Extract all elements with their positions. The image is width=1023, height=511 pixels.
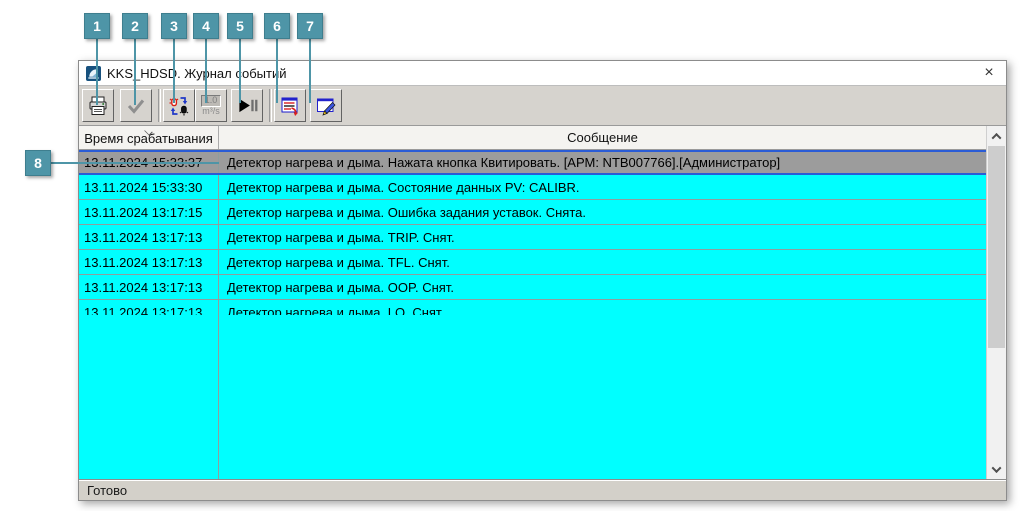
column-header-time[interactable]: Время срабатывания [79, 126, 219, 149]
callout-badge-2: 2 [122, 13, 148, 39]
callout-leader-line [205, 39, 207, 103]
event-message: Детектор нагрева и дыма. Нажата кнопка К… [227, 155, 781, 170]
callout-leader-line [239, 39, 241, 103]
alarm-toggle-button[interactable] [163, 89, 195, 122]
close-icon[interactable]: × [979, 63, 999, 83]
chevron-down-icon [991, 462, 1002, 473]
callout-badge-6: 6 [264, 13, 290, 39]
event-list-export-icon [279, 95, 301, 117]
event-message: Детектор нагрева и дыма. TFL. Снят. [227, 254, 450, 270]
print-icon [87, 95, 109, 117]
status-text: Готово [87, 482, 128, 498]
acknowledge-check-icon [125, 95, 147, 117]
sort-chevron-down-icon [144, 128, 152, 136]
flow-units-button[interactable]: 1.0 m³/s [195, 89, 227, 122]
toolbar-separator [269, 89, 272, 122]
chevron-up-icon [991, 132, 1002, 143]
toolbar-separator [158, 89, 161, 122]
event-list-export-button[interactable] [274, 89, 306, 122]
callout-leader-line [51, 162, 219, 164]
column-header-message[interactable]: Сообщение [219, 126, 986, 149]
play-pause-button[interactable] [231, 89, 263, 122]
flow-value: 1.0 [200, 95, 222, 107]
edit-note-button[interactable] [310, 89, 342, 122]
table-row[interactable]: 13.11.2024 13:17:13 Детектор нагрева и д… [79, 275, 986, 300]
flow-units-label: m³/s [202, 105, 220, 116]
flow-units-icon: 1.0 m³/s [200, 95, 222, 116]
callout-leader-line [173, 39, 175, 103]
event-table-body: 13.11.2024 15:33:37 Детектор нагрева и д… [79, 150, 986, 475]
event-time: 13.11.2024 13:17:13 [79, 250, 219, 274]
callout-badge-5: 5 [227, 13, 253, 39]
scroll-down-button[interactable] [987, 460, 1006, 478]
print-button[interactable] [82, 89, 114, 122]
table-row[interactable]: 13.11.2024 15:33:30 Детектор нагрева и д… [79, 175, 986, 200]
event-time: 13.11.2024 15:33:30 [79, 175, 219, 199]
event-message: Детектор нагрева и дыма. Ошибка задания … [227, 204, 586, 220]
partial-row [79, 314, 986, 479]
callout-badge-4: 4 [193, 13, 219, 39]
callout-leader-line [96, 39, 98, 105]
table-header: Время срабатывания Сообщение [79, 126, 986, 150]
callout-leader-line [276, 39, 278, 103]
title-bar[interactable]: KKS_HDSD. Журнал событий × [79, 61, 1006, 86]
toolbar: 1.0 m³/s [79, 86, 1006, 126]
callout-leader-line [134, 39, 136, 105]
table-row[interactable]: 13.11.2024 13:17:13 Детектор нагрева и д… [79, 250, 986, 275]
event-time: 13.11.2024 13:17:13 [79, 225, 219, 249]
event-message: Детектор нагрева и дыма. OOP. Снят. [227, 279, 454, 295]
scroll-up-button[interactable] [987, 127, 1006, 145]
callout-leader-line [309, 39, 311, 103]
table-row[interactable]: 13.11.2024 13:17:15 Детектор нагрева и д… [79, 200, 986, 225]
partial-row-time-cell [79, 314, 219, 479]
edit-note-icon [315, 95, 337, 117]
event-time: 13.11.2024 13:17:15 [79, 200, 219, 224]
vertical-scrollbar[interactable] [986, 126, 1006, 479]
callout-badge-8: 8 [25, 150, 51, 176]
table-row[interactable]: 13.11.2024 13:17:13 Детектор нагрева и д… [79, 225, 986, 250]
column-header-message-label: Сообщение [567, 130, 638, 145]
status-bar: Готово [79, 479, 1006, 500]
event-grid: Время срабатывания Сообщение 13.11.2024 … [79, 126, 986, 479]
app-logo-icon [86, 65, 101, 81]
callout-badge-1: 1 [84, 13, 110, 39]
event-table: Время срабатывания Сообщение 13.11.2024 … [79, 126, 1006, 479]
event-message: Детектор нагрева и дыма. TRIP. Снят. [227, 229, 455, 245]
callout-badge-7: 7 [297, 13, 323, 39]
acknowledge-button[interactable] [120, 89, 152, 122]
callout-badge-3: 3 [161, 13, 187, 39]
scrollbar-thumb[interactable] [988, 146, 1005, 348]
event-time: 13.11.2024 13:17:13 [79, 275, 219, 299]
event-message: Детектор нагрева и дыма. Состояние данны… [227, 179, 580, 195]
alarm-toggle-icon [168, 95, 190, 117]
event-log-window: KKS_HDSD. Журнал событий × 1.0 m³/s Врем… [78, 60, 1007, 501]
